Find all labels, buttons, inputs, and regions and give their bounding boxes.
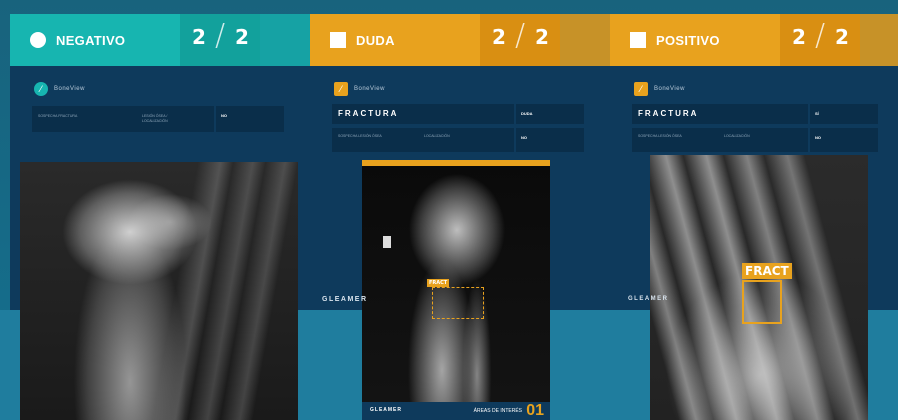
page-counter: 2 / 2 xyxy=(480,14,560,66)
header-note xyxy=(860,14,898,66)
status-label: POSITIVO xyxy=(656,32,720,48)
brand-name: BoneView xyxy=(354,86,385,92)
fracture-tag: FRACT xyxy=(427,279,450,287)
boneview-logo-icon: ⁄ xyxy=(334,82,348,96)
field-label-2: LOCALIZACIÓN xyxy=(724,134,750,138)
fracture-title-box: FRACTURA xyxy=(332,104,514,124)
counter-slash: / xyxy=(515,18,526,53)
lesion-value: NO xyxy=(516,128,584,152)
counter-total: 2 xyxy=(235,25,249,49)
counter-current: 2 xyxy=(492,25,506,49)
fracture-region-box xyxy=(742,280,782,324)
areas-label: ÁREAS DE INTERÉS xyxy=(473,408,522,414)
fracture-field: SOSPECHA FRACTURA LESIÓN ÓSEA / LOCALIZA… xyxy=(32,106,214,132)
status-label: DUDA xyxy=(356,32,395,48)
counter-current: 2 xyxy=(192,25,206,49)
status-badge: POSITIVO xyxy=(610,14,780,66)
page-counter: 2 / 2 xyxy=(780,14,860,66)
shoulder-xray-image xyxy=(20,162,298,420)
panel-header: DUDA 2 / 2 xyxy=(310,14,610,66)
field-label-2: LESIÓN ÓSEA / LOCALIZACIÓN xyxy=(142,114,168,123)
field-value: NO xyxy=(216,106,284,132)
panel-header: POSITIVO 2 / 2 xyxy=(610,14,898,66)
square-icon xyxy=(630,32,646,48)
brand-name: BoneView xyxy=(54,86,85,92)
lesion-value: NO xyxy=(810,128,878,152)
brand: ⁄ BoneView xyxy=(634,82,685,96)
fracture-value: DUDA xyxy=(516,104,584,124)
boneview-logo-icon: ⁄ xyxy=(634,82,648,96)
fracture-title: FRACTURA xyxy=(638,109,699,118)
areas-count: 01 xyxy=(526,402,544,419)
brand: ⁄ BoneView xyxy=(34,82,85,96)
counter-slash: / xyxy=(215,18,226,53)
status-badge: DUDA xyxy=(310,14,480,66)
header-note xyxy=(260,14,310,66)
status-badge: NEGATIVO xyxy=(10,14,180,66)
counter-slash: / xyxy=(815,18,826,53)
square-icon xyxy=(330,32,346,48)
header-note xyxy=(560,14,610,66)
marker-icon xyxy=(383,236,391,248)
field-label: SOSPECHA LESIÓN ÓSEA xyxy=(338,134,382,138)
gleamer-footer-logo: GLEAMER xyxy=(370,407,402,413)
field-label: SOSPECHA LESIÓN ÓSEA xyxy=(638,134,682,138)
fracture-value: SÍ xyxy=(810,104,878,124)
counter-current: 2 xyxy=(792,25,806,49)
lesion-field: SOSPECHA LESIÓN ÓSEA LOCALIZACIÓN xyxy=(632,128,808,152)
boneview-logo-icon: ⁄ xyxy=(34,82,48,96)
circle-icon xyxy=(30,32,46,48)
lesion-field: SOSPECHA LESIÓN ÓSEA LOCALIZACIÓN xyxy=(332,128,514,152)
fracture-title: FRACTURA xyxy=(338,109,399,118)
counter-total: 2 xyxy=(835,25,849,49)
image-footer: GLEAMER ÁREAS DE INTERÉS 01 xyxy=(362,402,550,420)
gleamer-logo: GLEAMER xyxy=(322,296,368,303)
field-label: SOSPECHA FRACTURA xyxy=(38,114,78,118)
counter-total: 2 xyxy=(535,25,549,49)
page-counter: 2 / 2 xyxy=(180,14,260,66)
panel-header: NEGATIVO 2 / 2 xyxy=(10,14,310,66)
brand: ⁄ BoneView xyxy=(334,82,385,96)
fracture-region-box xyxy=(432,287,484,319)
fracture-tag: FRACT xyxy=(742,263,792,279)
brand-name: BoneView xyxy=(654,86,685,92)
gleamer-logo: GLEAMER xyxy=(628,296,669,302)
status-label: NEGATIVO xyxy=(56,32,126,48)
image-top-bar xyxy=(362,160,550,166)
fracture-title-box: FRACTURA xyxy=(632,104,808,124)
field-label-2: LOCALIZACIÓN xyxy=(424,134,450,138)
